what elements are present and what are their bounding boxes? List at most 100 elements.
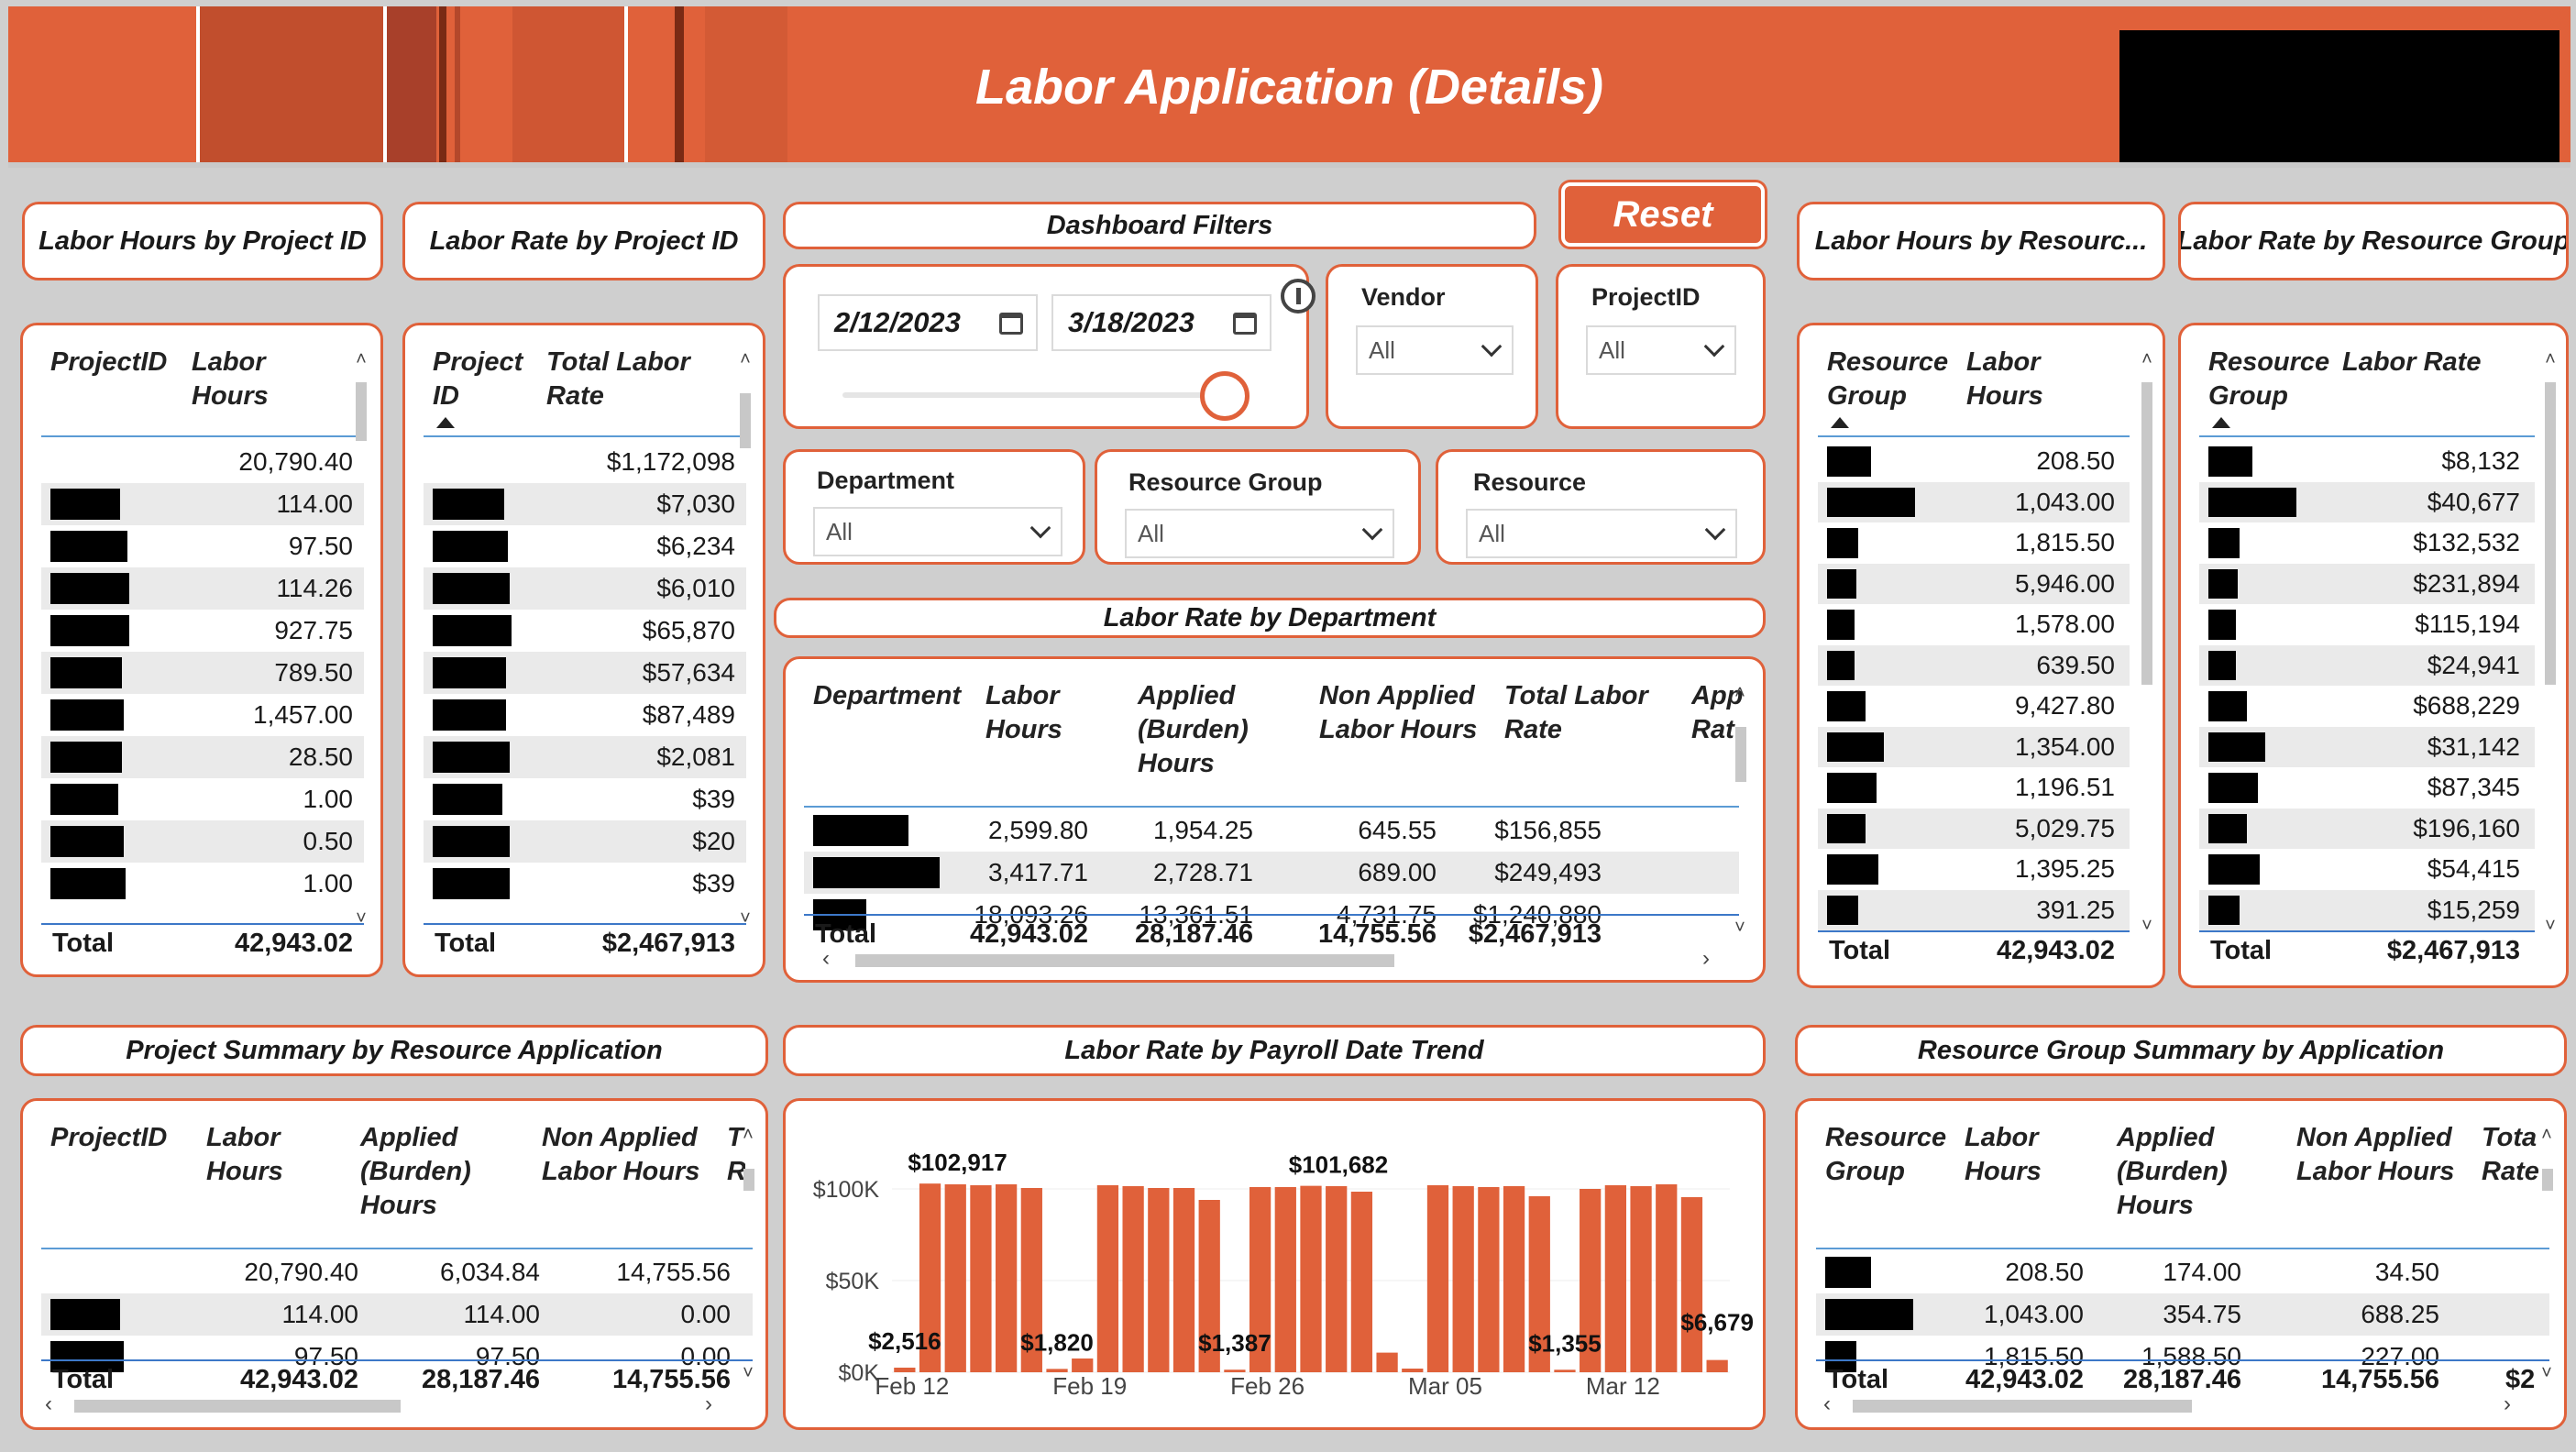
table-row[interactable]: 3,417.71 2,728.71 689.00 $249,493	[804, 852, 1739, 894]
table-row[interactable]: $57,634	[424, 652, 746, 694]
chart-bar[interactable]	[1122, 1186, 1144, 1372]
scroll-up-icon[interactable]: ˄	[2141, 350, 2153, 368]
vertical-scrollbar[interactable]	[2542, 1169, 2553, 1191]
info-icon[interactable]	[1281, 279, 1316, 314]
chart-bar[interactable]	[1680, 1197, 1703, 1372]
table-row[interactable]: $196,160	[2199, 808, 2535, 849]
scroll-up-icon[interactable]: ˄	[742, 1126, 754, 1144]
scroll-left-icon[interactable]: ‹	[822, 946, 830, 972]
table-row[interactable]: 114.00 114.00 0.00	[41, 1293, 753, 1336]
scroll-down-icon[interactable]: ˅	[355, 909, 368, 928]
column-header[interactable]: Applied (Burden) Hours	[2117, 1121, 2236, 1223]
column-header[interactable]: Applied (Burden) Hours	[1138, 679, 1257, 781]
horizontal-scrollbar[interactable]	[74, 1400, 401, 1413]
column-header[interactable]: Resource Group	[2208, 346, 2329, 413]
table-row[interactable]: 20,790.40 6,034.84 14,755.56	[41, 1251, 753, 1293]
scroll-up-icon[interactable]: ˄	[1734, 684, 1746, 702]
table-row[interactable]: 2,599.80 1,954.25 645.55 $156,855	[804, 809, 1739, 852]
chart-bar[interactable]	[1503, 1186, 1525, 1372]
scroll-right-icon[interactable]: ›	[2504, 1392, 2511, 1417]
scroll-down-icon[interactable]: ˅	[1734, 918, 1746, 937]
reset-button[interactable]: Reset	[1561, 182, 1765, 247]
table-row[interactable]: $87,489	[424, 694, 746, 736]
scroll-left-icon[interactable]: ‹	[45, 1392, 52, 1417]
scroll-down-icon[interactable]: ˅	[742, 1364, 754, 1382]
column-header[interactable]: Non Applied Labor Hours	[542, 1121, 725, 1189]
column-header[interactable]: Non Applied Labor Hours	[1319, 679, 1503, 747]
column-header[interactable]: Labor Rate	[2342, 346, 2507, 380]
table-row[interactable]: $24,941	[2199, 644, 2535, 686]
vertical-scrollbar[interactable]	[2545, 382, 2556, 685]
table-row[interactable]: 1,196.51	[1818, 767, 2130, 808]
table-row[interactable]: 1,457.00	[41, 694, 364, 736]
date-slider-handle[interactable]	[1200, 371, 1249, 421]
vertical-scrollbar[interactable]	[743, 1169, 754, 1191]
resource-dropdown[interactable]: All	[1466, 509, 1737, 558]
chart-bar[interactable]	[996, 1184, 1018, 1372]
column-header[interactable]: ProjectID	[50, 1121, 167, 1155]
table-row[interactable]: $8,132	[2199, 441, 2535, 482]
table-row[interactable]: 9,427.80	[1818, 686, 2130, 727]
scroll-left-icon[interactable]: ‹	[1823, 1392, 1831, 1417]
table-row[interactable]: 1,578.00	[1818, 604, 2130, 645]
chart-bar[interactable]	[1656, 1184, 1678, 1372]
scroll-up-icon[interactable]: ˄	[2544, 350, 2557, 368]
column-header[interactable]: Non Applied Labor Hours	[2296, 1121, 2480, 1189]
table-row[interactable]: $40,677	[2199, 481, 2535, 522]
column-header[interactable]: Applied (Burden) Hours	[360, 1121, 479, 1223]
table-row[interactable]: $54,415	[2199, 849, 2535, 890]
column-header[interactable]: Resource Group	[1825, 1121, 1946, 1189]
table-row[interactable]: 208.50 174.00 34.50	[1816, 1251, 2549, 1293]
end-date-input[interactable]: 3/18/2023	[1051, 294, 1271, 351]
chart-bar[interactable]	[1274, 1187, 1296, 1372]
table-row[interactable]: 639.50	[1818, 644, 2130, 686]
table-row[interactable]: 0.50	[41, 820, 364, 863]
chart-bar[interactable]	[1554, 1370, 1576, 1372]
column-header[interactable]: Resource Group	[1827, 346, 1948, 413]
chart-bar[interactable]	[1172, 1188, 1195, 1372]
table-row[interactable]: $6,010	[424, 567, 746, 610]
department-dropdown[interactable]: All	[813, 507, 1062, 556]
table-row[interactable]: $7,030	[424, 483, 746, 525]
column-header[interactable]: Total Labor Rate	[546, 346, 711, 413]
table-row[interactable]: 20,790.40	[41, 441, 364, 483]
scroll-down-icon[interactable]: ˅	[739, 909, 752, 928]
chart-bar[interactable]	[1604, 1185, 1626, 1372]
column-header[interactable]: Total Labor Rate	[1504, 679, 1651, 747]
calendar-icon[interactable]	[999, 313, 1023, 335]
table-row[interactable]: 5,946.00	[1818, 563, 2130, 604]
chart-bar[interactable]	[1478, 1187, 1500, 1372]
horizontal-scrollbar[interactable]	[1853, 1400, 2192, 1413]
scroll-right-icon[interactable]: ›	[1702, 946, 1710, 972]
scroll-right-icon[interactable]: ›	[705, 1392, 712, 1417]
table-row[interactable]: $6,234	[424, 525, 746, 567]
table-row[interactable]: $1,172,098	[424, 441, 746, 483]
table-row[interactable]: $39	[424, 863, 746, 905]
table-row[interactable]: 1,354.00	[1818, 726, 2130, 767]
scroll-down-icon[interactable]: ˅	[2544, 917, 2557, 935]
chart-bar[interactable]	[1072, 1358, 1094, 1372]
start-date-input[interactable]: 2/12/2023	[818, 294, 1038, 351]
scroll-down-icon[interactable]: ˅	[2540, 1364, 2553, 1382]
column-header[interactable]: Labor Hours	[1965, 1121, 2065, 1189]
table-row[interactable]: 1,815.50	[1818, 522, 2130, 564]
table-row[interactable]: 5,029.75	[1818, 808, 2130, 849]
column-header[interactable]: Labor Hours	[206, 1121, 307, 1189]
scroll-up-icon[interactable]: ˄	[739, 350, 752, 368]
chart-bar[interactable]	[970, 1185, 992, 1372]
table-row[interactable]: $87,345	[2199, 767, 2535, 808]
table-row[interactable]: $65,870	[424, 610, 746, 652]
table-row[interactable]: 114.00	[41, 483, 364, 525]
scroll-up-icon[interactable]: ˄	[355, 350, 368, 368]
vertical-scrollbar[interactable]	[740, 393, 751, 448]
table-row[interactable]: $31,142	[2199, 726, 2535, 767]
resource-group-dropdown[interactable]: All	[1125, 509, 1394, 558]
chart-bar[interactable]	[1300, 1185, 1322, 1372]
table-row[interactable]: 97.50	[41, 525, 364, 567]
table-row[interactable]: 927.75	[41, 610, 364, 652]
table-row[interactable]: 1,395.25	[1818, 849, 2130, 890]
chart-bar[interactable]	[1706, 1359, 1728, 1372]
chart-bar[interactable]	[1326, 1186, 1348, 1372]
table-row[interactable]: 28.50	[41, 736, 364, 778]
table-row[interactable]: $231,894	[2199, 563, 2535, 604]
